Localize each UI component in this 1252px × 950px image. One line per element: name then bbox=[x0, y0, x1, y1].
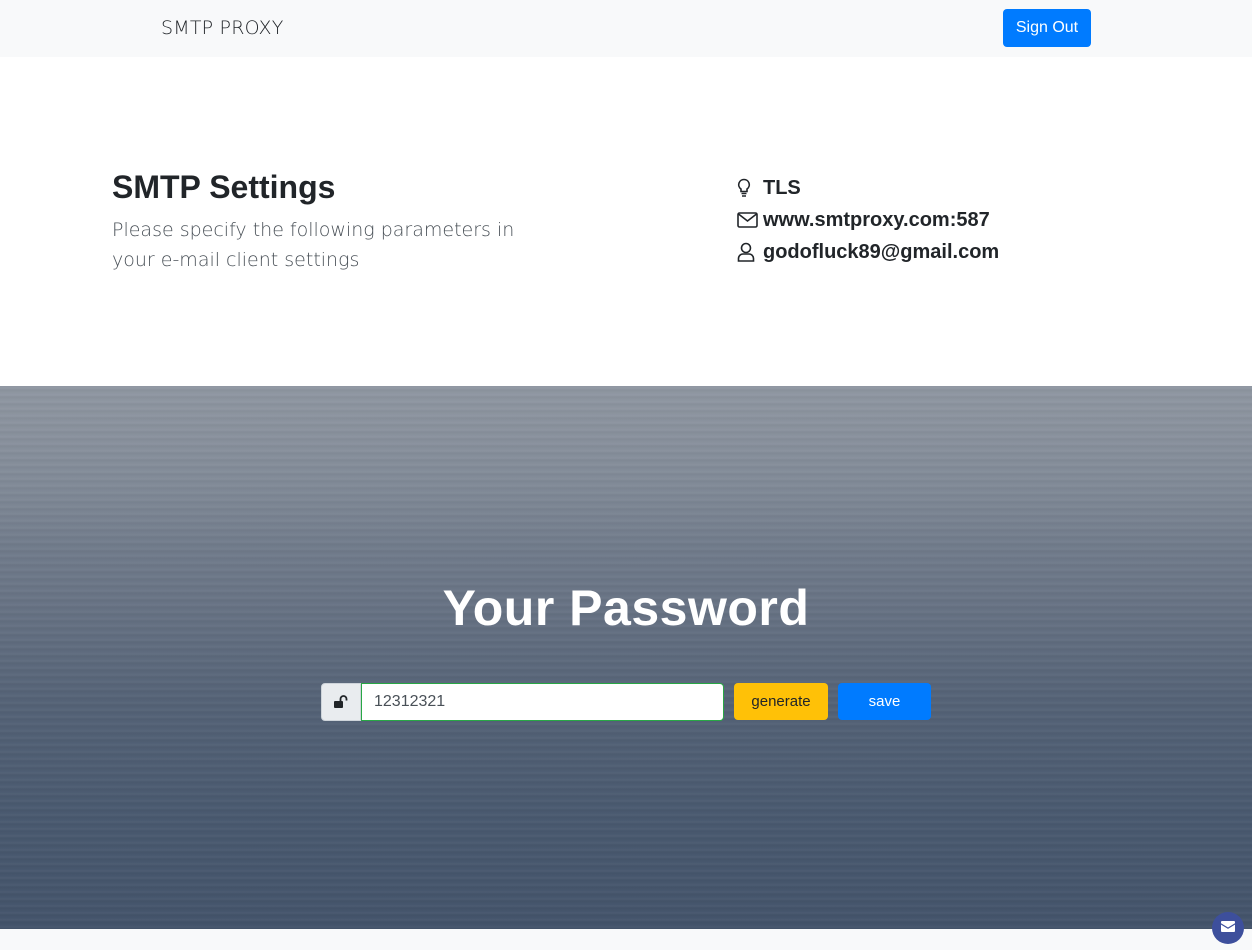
sign-out-button[interactable]: Sign Out bbox=[1003, 9, 1091, 47]
password-field[interactable] bbox=[361, 683, 724, 721]
info-row-server: www.smtproxy.com:587 bbox=[737, 204, 999, 236]
sea-background bbox=[0, 386, 1252, 929]
settings-info-list: TLS www.smtproxy.com:587 godofluck89@gma… bbox=[737, 172, 999, 268]
generate-button[interactable]: generate bbox=[734, 683, 828, 720]
password-section: Your Password generate save bbox=[0, 386, 1252, 929]
user-icon bbox=[737, 241, 759, 263]
unlock-icon[interactable] bbox=[321, 683, 361, 721]
info-row-username: godofluck89@gmail.com bbox=[737, 236, 999, 268]
footer bbox=[0, 929, 1252, 950]
settings-title: SMTP Settings bbox=[112, 169, 336, 205]
chat-button[interactable] bbox=[1212, 912, 1244, 944]
info-row-security: TLS bbox=[737, 172, 999, 204]
password-input-group bbox=[321, 683, 724, 721]
smtp-settings-section: SMTP Settings Please specify the followi… bbox=[0, 57, 1252, 386]
settings-description: Please specify the following parameters … bbox=[112, 219, 515, 271]
lightbulb-icon bbox=[737, 177, 759, 199]
save-button[interactable]: save bbox=[838, 683, 931, 720]
brand-logo[interactable]: SMTP PROXY bbox=[161, 17, 284, 39]
envelope-icon bbox=[737, 209, 759, 231]
username-value: godofluck89@gmail.com bbox=[763, 240, 1000, 263]
envelope-icon bbox=[1221, 919, 1235, 937]
server-value: www.smtproxy.com:587 bbox=[763, 208, 990, 231]
navbar: SMTP PROXY Sign Out bbox=[0, 0, 1252, 57]
security-value: TLS bbox=[763, 176, 801, 199]
password-title: Your Password bbox=[442, 580, 810, 636]
